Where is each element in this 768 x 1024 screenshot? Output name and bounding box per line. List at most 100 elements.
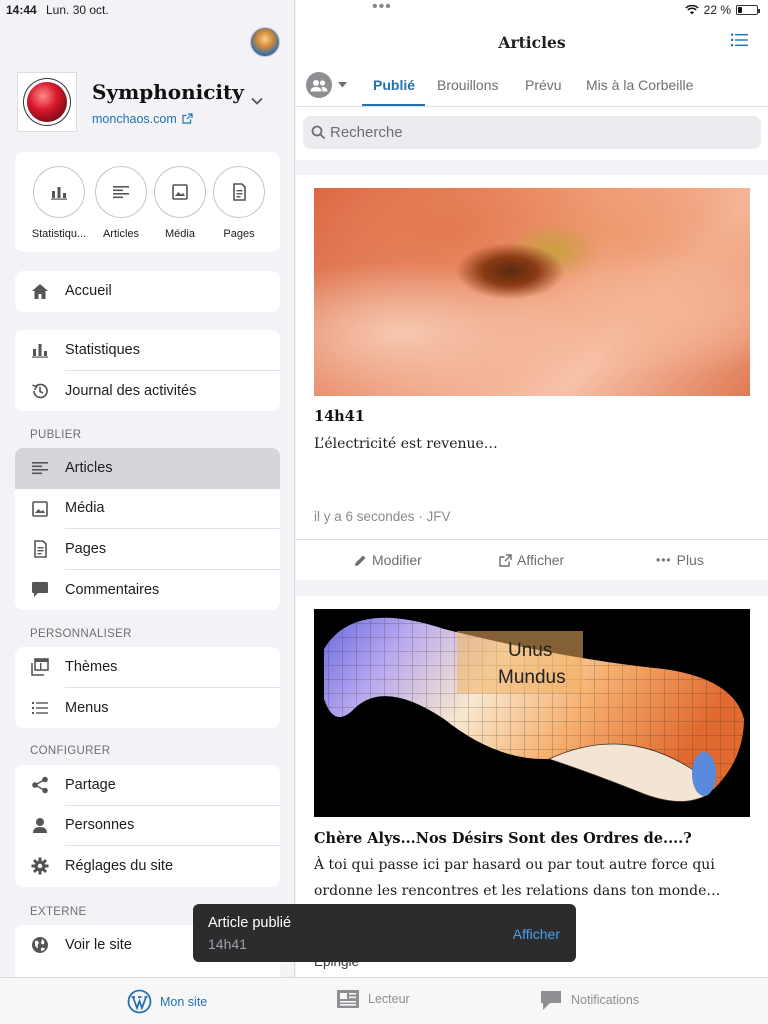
sidebar-item-stats[interactable]: Statistiques (15, 330, 280, 371)
status-bar: 14:44 Lun. 30 oct. ••• 22 % (0, 0, 768, 20)
notifications-icon (541, 991, 561, 1010)
post-card[interactable]: 14h41 L’électricité est revenue… il y a … (296, 175, 768, 580)
site-header[interactable]: Symphonicity monchaos.com (17, 72, 282, 134)
author-filter[interactable] (306, 72, 347, 98)
sidebar-item-menus[interactable]: Menus (15, 688, 280, 729)
quick-actions: Statistiqu... Articles Média Pages (15, 152, 280, 252)
page-title: Articles (498, 33, 566, 52)
sidebar-item-pages[interactable]: Pages (15, 529, 280, 570)
view-button[interactable]: Afficher (499, 552, 564, 568)
image-text-2: Mundus (498, 667, 566, 688)
sidebar-item-sharing[interactable]: Partage (15, 765, 280, 806)
sidebar-item-label: Statistiques (65, 330, 280, 371)
comment-icon (32, 582, 48, 598)
post-meta: il y a 6 secondes · JFV (314, 509, 451, 524)
sidebar-item-label: Menus (65, 699, 109, 716)
site-logo (17, 72, 77, 132)
section-title-publish: PUBLIER (30, 429, 82, 441)
sidebar-item-label: Articles (65, 459, 113, 476)
sidebar-item-activity-log[interactable]: Journal des activités (15, 371, 280, 412)
status-date: Lun. 30 oct. (46, 3, 109, 17)
more-dots-icon: ••• (656, 553, 672, 567)
sidebar-item-articles[interactable]: Articles (15, 448, 280, 489)
section-title-external: EXTERNE (30, 906, 87, 918)
posts-icon (113, 186, 129, 199)
image-text-1: Unus (508, 640, 552, 661)
caret-down-icon (338, 82, 347, 88)
pages-icon (232, 183, 246, 201)
sidebar-item-label: Journal des activités (65, 382, 197, 399)
status-time: 14:44 (6, 3, 37, 17)
stats-icon (51, 187, 67, 200)
tab-my-site[interactable]: Mon site (127, 989, 207, 1014)
person-icon (33, 818, 47, 834)
globe-icon (32, 937, 48, 954)
publish-card: Articles Média Pages Commentaires (15, 448, 280, 610)
gear-icon (31, 857, 49, 875)
post-actions: Modifier Afficher ••• Plus (296, 539, 768, 579)
sidebar-item-site-settings[interactable]: Réglages du site (15, 846, 280, 887)
sidebar-item-label: Média (65, 489, 280, 529)
quick-action-stats[interactable]: Statistiqu... (29, 166, 89, 240)
post-title: 14h41 (314, 408, 365, 425)
home-icon (32, 283, 48, 299)
themes-icon (31, 658, 49, 677)
site-name: Symphonicity (92, 80, 244, 104)
sidebar-item-home[interactable]: Accueil (15, 271, 280, 312)
share-icon (32, 776, 48, 794)
wordpress-icon (127, 989, 152, 1014)
people-icon (310, 79, 328, 91)
quick-action-posts[interactable]: Articles (91, 166, 151, 240)
chevron-down-icon[interactable] (250, 94, 264, 108)
tab-published[interactable]: Publié (373, 77, 415, 93)
post-title: Chère Alys...Nos Désirs Sont des Ordres … (314, 830, 692, 847)
sidebar-item-themes[interactable]: Thèmes (15, 647, 280, 688)
tab-trash[interactable]: Mis à la Corbeille (586, 77, 693, 93)
external-link-icon (182, 113, 193, 124)
quick-action-label: Articles (102, 228, 140, 240)
section-title-customize: PERSONNALISER (30, 628, 132, 640)
tab-scheduled[interactable]: Prévu (525, 77, 562, 93)
toast-title: Article publié (208, 915, 292, 931)
sidebar-item-people[interactable]: Personnes (15, 806, 280, 846)
edit-button[interactable]: Modifier (354, 552, 422, 568)
multitask-dots-icon[interactable]: ••• (372, 0, 392, 16)
quick-action-pages[interactable]: Pages (209, 166, 269, 240)
quick-action-label: Pages (223, 228, 255, 240)
history-icon (32, 383, 48, 399)
toast-notification: Article publié 14h41 Afficher (193, 904, 576, 962)
tab-label: Lecteur (368, 992, 410, 1006)
posts-icon (32, 462, 48, 475)
tab-label: Notifications (571, 993, 640, 1007)
site-url-link[interactable]: monchaos.com (92, 112, 193, 126)
posts-panel: Articles Publié Brouillons Prévu Mis à l… (296, 0, 768, 977)
user-avatar[interactable] (250, 27, 280, 57)
search-icon (311, 125, 326, 140)
sidebar-item-label: Partage (65, 765, 280, 806)
pages-icon (33, 540, 47, 559)
posts-header: Articles Publié Brouillons Prévu Mis à l… (296, 0, 768, 160)
customize-card: Thèmes Menus (15, 647, 280, 728)
sidebar-item-label: Commentaires (65, 581, 160, 598)
more-button[interactable]: ••• Plus (656, 552, 704, 568)
sidebar-item-media[interactable]: Média (15, 489, 280, 529)
tab-drafts[interactable]: Brouillons (437, 77, 498, 93)
quick-action-label: Média (165, 228, 195, 240)
toast-view-button[interactable]: Afficher (513, 926, 560, 942)
site-url-text: monchaos.com (92, 112, 177, 126)
sidebar-item-comments[interactable]: Commentaires (15, 570, 280, 611)
quick-action-media[interactable]: Média (150, 166, 210, 240)
tab-notifications[interactable]: Notifications (539, 989, 639, 1011)
stats-icon (32, 344, 48, 358)
active-tab-indicator (362, 104, 425, 106)
post-featured-image: Unus Mundus (314, 609, 750, 817)
tab-reader[interactable]: Lecteur (336, 989, 410, 1009)
quick-action-label: Statistiqu... (31, 228, 87, 240)
more-label: Plus (676, 552, 704, 568)
status-tabs: Publié Brouillons Prévu Mis à la Corbeil… (296, 66, 768, 107)
list-view-icon[interactable] (731, 33, 748, 47)
sidebar-item-label: Réglages du site (65, 858, 174, 875)
search-input[interactable]: Recherche (303, 116, 761, 149)
sidebar-item-label: Pages (65, 529, 280, 570)
edit-label: Modifier (372, 552, 422, 568)
